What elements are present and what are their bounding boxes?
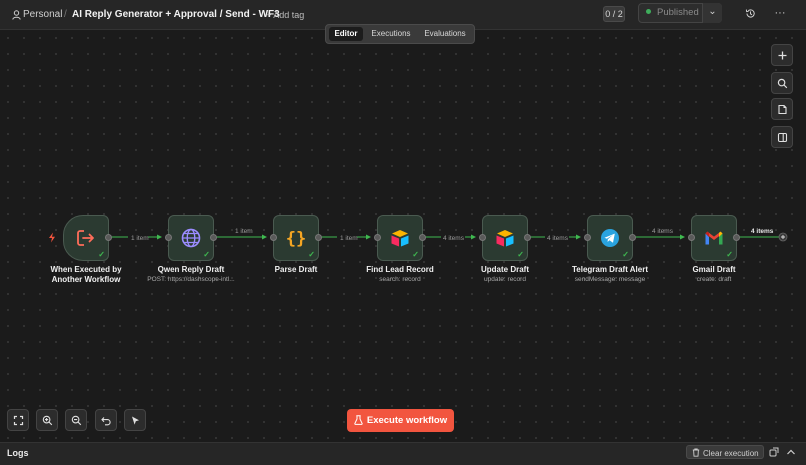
- add-tag-button[interactable]: + Add tag: [266, 10, 304, 20]
- output-port[interactable]: [733, 234, 740, 241]
- airtable-icon: [496, 230, 514, 247]
- output-port[interactable]: [419, 234, 426, 241]
- version-counter-badge: 0 / 2: [603, 6, 625, 22]
- edge-label: 1 item: [235, 228, 253, 235]
- success-check-icon: ✓: [517, 250, 524, 259]
- zoom-out-button[interactable]: [65, 409, 87, 431]
- trash-icon: [692, 448, 700, 457]
- tab-executions[interactable]: Executions: [367, 27, 415, 41]
- output-port[interactable]: [105, 234, 112, 241]
- tab-editor[interactable]: Editor: [329, 27, 363, 41]
- clear-execution-label: Clear execution: [703, 449, 759, 458]
- success-check-icon: ✓: [98, 250, 105, 259]
- breadcrumb-separator: /: [64, 9, 67, 20]
- project-breadcrumb[interactable]: Personal: [23, 9, 62, 20]
- node-subtitle: sendMessage: message: [574, 276, 646, 283]
- airtable-icon: [391, 230, 409, 247]
- node-subtitle: search: record: [379, 276, 421, 283]
- history-icon[interactable]: [745, 8, 756, 19]
- exit-icon: [77, 230, 94, 246]
- edge-labels: 1 item 1 item 1 item 4 items 4 items 4 i…: [128, 228, 774, 242]
- node-telegram-draft-alert[interactable]: ✓: [584, 215, 636, 261]
- edge-label: 1 item: [340, 235, 358, 242]
- node-gmail-draft[interactable]: ✓: [688, 215, 740, 261]
- user-icon: [12, 10, 21, 20]
- braces-icon: {}: [286, 229, 306, 249]
- edge-label: 4 items: [751, 228, 774, 235]
- execute-workflow-button[interactable]: Execute workflow: [347, 409, 454, 432]
- execute-workflow-label: Execute workflow: [366, 415, 448, 426]
- globe-icon: [181, 228, 201, 248]
- node-subtitle: create: draft: [696, 276, 732, 283]
- input-port[interactable]: [688, 234, 695, 241]
- node-parse-draft[interactable]: {} ✓: [270, 215, 322, 261]
- node-subtitle: POST: https://dashscope-intl...: [147, 276, 235, 283]
- node-label: Telegram Draft Alert: [571, 265, 649, 274]
- output-port[interactable]: [210, 234, 217, 241]
- input-port[interactable]: [270, 234, 277, 241]
- edge-label: 4 items: [443, 235, 465, 242]
- node-when-executed[interactable]: ✓: [63, 215, 112, 261]
- node-qwen-reply-draft[interactable]: ✓: [165, 215, 217, 261]
- svg-text:{}: {}: [286, 229, 306, 249]
- more-options-icon[interactable]: ···: [772, 6, 788, 20]
- success-check-icon: ✓: [412, 250, 419, 259]
- zoom-out-icon: [71, 415, 82, 426]
- workflow-canvas[interactable]: 1 item 1 item 1 item 4 items 4 items 4 i…: [0, 30, 806, 442]
- node-label: Find Lead Record: [366, 265, 434, 274]
- publish-dropdown-button[interactable]: ⌄: [702, 3, 722, 23]
- workflow-title[interactable]: AI Reply Generator + Approval / Send - W…: [72, 9, 280, 20]
- chevron-up-icon[interactable]: [786, 448, 796, 456]
- node-subtitle: update: record: [484, 276, 526, 283]
- chevron-down-icon: ⌄: [708, 6, 717, 17]
- trigger-bolt-icon: [49, 232, 55, 243]
- input-port[interactable]: [165, 234, 172, 241]
- undo-button[interactable]: [95, 409, 117, 431]
- edge-label: 1 item: [131, 235, 149, 242]
- node-label: Qwen Reply Draft: [157, 265, 225, 274]
- node-label: Update Draft: [480, 265, 529, 274]
- edge-label: 4 items: [652, 228, 674, 235]
- gmail-icon: [705, 231, 723, 245]
- input-port[interactable]: [374, 234, 381, 241]
- pointer-mode-button[interactable]: [124, 409, 146, 431]
- logs-title: Logs: [7, 448, 29, 458]
- input-port[interactable]: [479, 234, 486, 241]
- fit-view-button[interactable]: [7, 409, 29, 431]
- workflow-editor: Personal / AI Reply Generator + Approval…: [0, 0, 806, 465]
- success-check-icon: ✓: [203, 250, 210, 259]
- success-check-icon: ✓: [726, 250, 733, 259]
- output-port[interactable]: [524, 234, 531, 241]
- popout-icon[interactable]: [769, 447, 779, 457]
- telegram-icon: [601, 229, 619, 247]
- node-label: When Executed by Another Workflow: [50, 265, 122, 284]
- fullscreen-icon: [13, 415, 24, 426]
- view-tabs: Editor Executions Evaluations: [325, 24, 475, 44]
- cursor-icon: [132, 416, 139, 425]
- zoom-in-icon: [42, 415, 53, 426]
- flask-icon: [354, 415, 363, 425]
- published-label: Published: [657, 7, 699, 18]
- node-label: Parse Draft: [274, 265, 318, 274]
- node-find-lead-record[interactable]: ✓: [374, 215, 426, 261]
- input-port[interactable]: [584, 234, 591, 241]
- output-port[interactable]: [315, 234, 322, 241]
- undo-icon: [101, 417, 111, 426]
- published-dot-icon: [646, 9, 651, 15]
- success-check-icon: ✓: [622, 250, 629, 259]
- clear-execution-button[interactable]: Clear execution: [686, 445, 764, 459]
- node-update-draft[interactable]: ✓: [479, 215, 531, 261]
- node-label: Gmail Draft: [692, 265, 736, 274]
- edge-label: 4 items: [547, 235, 569, 242]
- output-port[interactable]: [629, 234, 636, 241]
- zoom-in-button[interactable]: [36, 409, 58, 431]
- success-check-icon: ✓: [308, 250, 315, 259]
- tab-evaluations[interactable]: Evaluations: [418, 27, 472, 41]
